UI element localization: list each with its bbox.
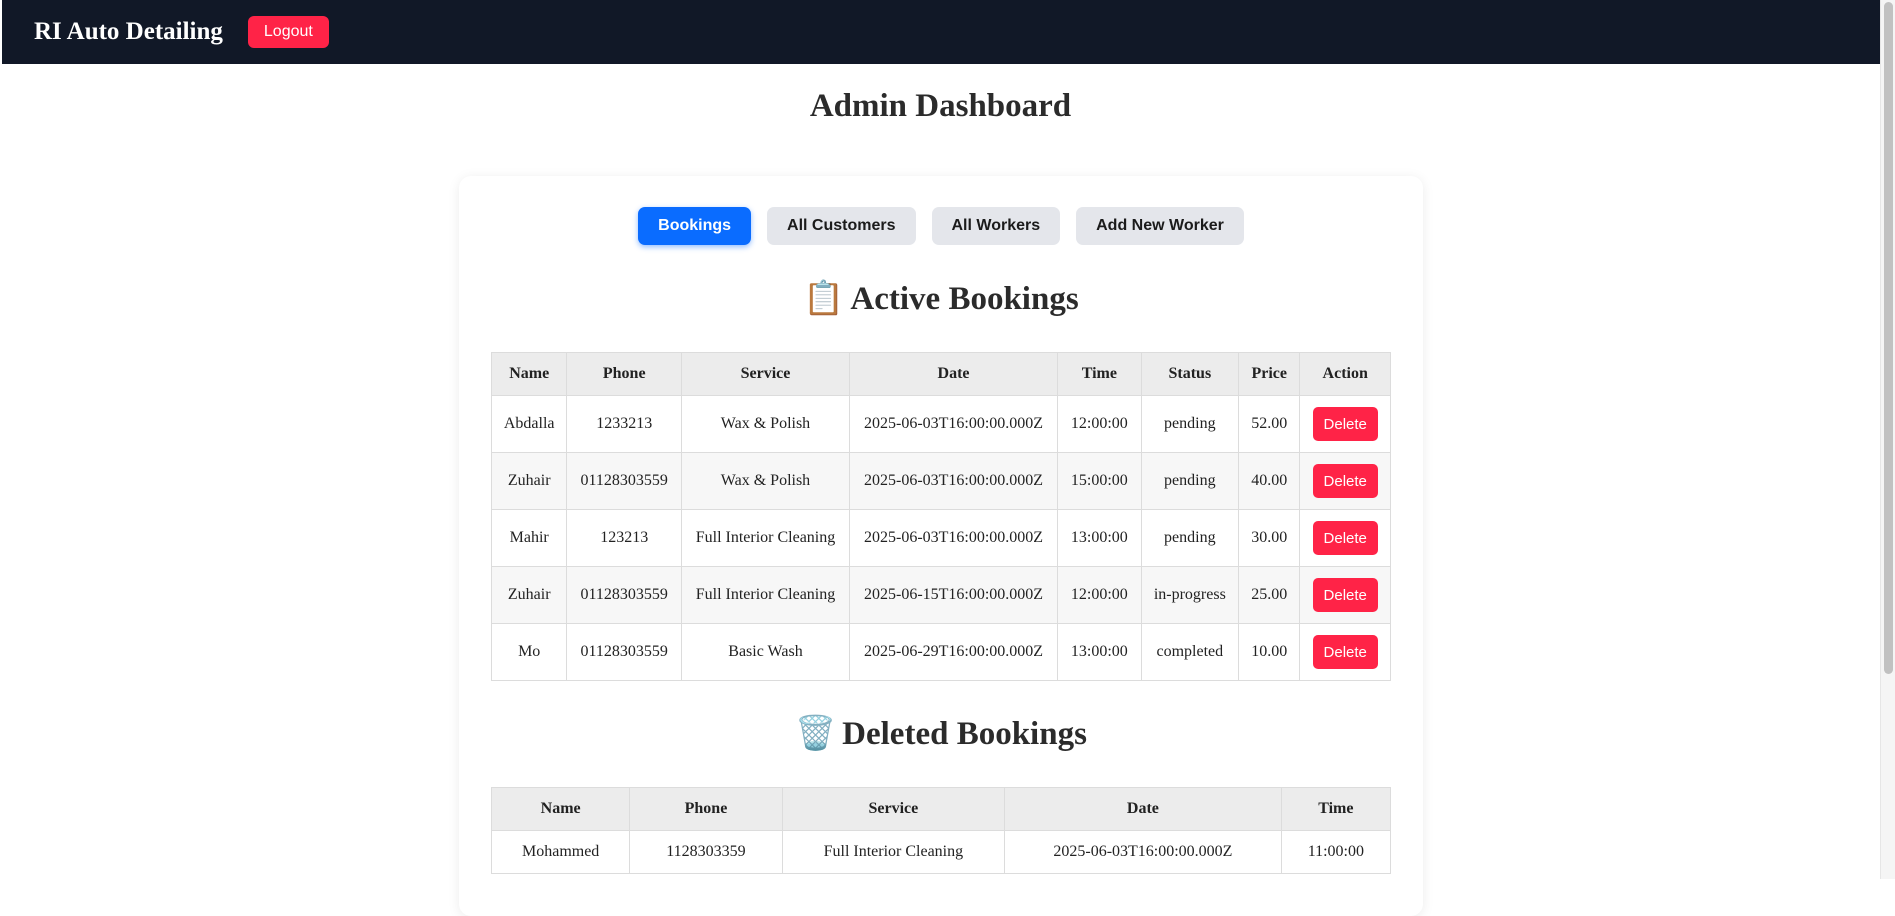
cell-action: Delete: [1299, 395, 1391, 453]
cell-service: Full Interior Cleaning: [781, 830, 1006, 874]
tab-bookings[interactable]: Bookings: [638, 207, 752, 245]
cell-service: Wax & Polish: [681, 395, 850, 453]
active-bookings-title: Active Bookings: [850, 281, 1079, 317]
cell-phone: 123213: [566, 509, 683, 567]
column-header: Time: [1057, 352, 1142, 396]
table-row: Zuhair 01128303559 Wax & Polish 2025-06-…: [490, 452, 1391, 510]
cell-time: 13:00:00: [1057, 509, 1142, 567]
cell-date: 2025-06-15T16:00:00.000Z: [848, 566, 1059, 624]
clipboard-icon: 📋: [803, 278, 845, 317]
delete-button[interactable]: Delete: [1312, 521, 1378, 555]
cell-date: 2025-06-03T16:00:00.000Z: [848, 395, 1059, 453]
column-header: Time: [1280, 787, 1392, 831]
top-navbar: RI Auto Detailing Logout: [2, 0, 1881, 64]
column-header: Phone: [566, 352, 683, 396]
cell-price: 25.00: [1238, 566, 1301, 624]
table-row: Mahir 123213 Full Interior Cleaning 2025…: [490, 509, 1391, 567]
column-header: Price: [1238, 352, 1301, 396]
column-header: Name: [490, 787, 631, 831]
cell-name: Mahir: [490, 509, 568, 567]
tab-bar: Bookings All Customers All Workers Add N…: [459, 207, 1423, 245]
column-header: Date: [1004, 787, 1282, 831]
delete-button[interactable]: Delete: [1312, 407, 1378, 441]
cell-action: Delete: [1299, 566, 1391, 624]
column-header: Action: [1299, 352, 1391, 396]
trash-icon: 🗑️: [795, 713, 837, 752]
table-row: Zuhair 01128303559 Full Interior Cleanin…: [490, 566, 1391, 624]
cell-status: pending: [1140, 509, 1240, 567]
cell-time: 12:00:00: [1057, 395, 1142, 453]
cell-status: pending: [1140, 452, 1240, 510]
column-header: Name: [490, 352, 568, 396]
cell-time: 13:00:00: [1057, 623, 1142, 681]
column-header: Service: [681, 352, 850, 396]
cell-status: completed: [1140, 623, 1240, 681]
column-header: Status: [1140, 352, 1240, 396]
deleted-bookings-table: Name Phone Service Date Time Mohammed 11…: [490, 787, 1392, 874]
cell-name: Zuhair: [490, 566, 568, 624]
cell-name: Mo: [490, 623, 568, 681]
cell-service: Basic Wash: [681, 623, 850, 681]
cell-phone: 01128303559: [566, 566, 683, 624]
cell-phone: 01128303559: [566, 452, 683, 510]
delete-button[interactable]: Delete: [1312, 464, 1378, 498]
cell-name: Abdalla: [490, 395, 568, 453]
cell-action: Delete: [1299, 509, 1391, 567]
table-row: Abdalla 1233213 Wax & Polish 2025-06-03T…: [490, 395, 1391, 453]
cell-name: Mohammed: [490, 830, 631, 874]
cell-price: 30.00: [1238, 509, 1301, 567]
cell-date: 2025-06-29T16:00:00.000Z: [848, 623, 1059, 681]
cell-action: Delete: [1299, 452, 1391, 510]
cell-time: 12:00:00: [1057, 566, 1142, 624]
cell-status: pending: [1140, 395, 1240, 453]
cell-status: in-progress: [1140, 566, 1240, 624]
cell-service: Full Interior Cleaning: [681, 566, 850, 624]
cell-date: 2025-06-03T16:00:00.000Z: [1004, 830, 1282, 874]
page-scrollbar[interactable]: [1880, 0, 1895, 879]
tab-add-new-worker[interactable]: Add New Worker: [1076, 207, 1244, 245]
logout-button[interactable]: Logout: [247, 16, 329, 48]
deleted-bookings-title: Deleted Bookings: [842, 716, 1087, 752]
column-header: Phone: [629, 787, 783, 831]
cell-price: 52.00: [1238, 395, 1301, 453]
active-bookings-heading: 📋 Active Bookings: [459, 278, 1423, 318]
brand-title: RI Auto Detailing: [34, 18, 223, 45]
cell-service: Full Interior Cleaning: [681, 509, 850, 567]
deleted-bookings-heading: 🗑️ Deleted Bookings: [459, 713, 1423, 753]
cell-time: 15:00:00: [1057, 452, 1142, 510]
cell-time: 11:00:00: [1280, 830, 1392, 874]
dashboard-card: Bookings All Customers All Workers Add N…: [459, 176, 1423, 916]
active-bookings-table: Name Phone Service Date Time Status Pric…: [490, 352, 1391, 681]
page-title: Admin Dashboard: [809, 88, 1072, 124]
scrollbar-thumb[interactable]: [1884, 2, 1893, 674]
delete-button[interactable]: Delete: [1312, 635, 1378, 669]
cell-action: Delete: [1299, 623, 1391, 681]
column-header: Date: [848, 352, 1059, 396]
cell-phone: 01128303559: [566, 623, 683, 681]
column-header: Service: [781, 787, 1006, 831]
tab-all-workers[interactable]: All Workers: [931, 207, 1061, 245]
cell-name: Zuhair: [490, 452, 568, 510]
table-row: Mo 01128303559 Basic Wash 2025-06-29T16:…: [490, 623, 1391, 681]
cell-date: 2025-06-03T16:00:00.000Z: [848, 452, 1059, 510]
cell-date: 2025-06-03T16:00:00.000Z: [848, 509, 1059, 567]
cell-price: 10.00: [1238, 623, 1301, 681]
delete-button[interactable]: Delete: [1312, 578, 1378, 612]
tab-all-customers[interactable]: All Customers: [767, 207, 916, 245]
cell-price: 40.00: [1238, 452, 1301, 510]
table-header-row: Name Phone Service Date Time Status Pric…: [490, 352, 1391, 396]
cell-phone: 1233213: [566, 395, 683, 453]
table-row: Mohammed 1128303359 Full Interior Cleani…: [490, 830, 1392, 874]
table-header-row: Name Phone Service Date Time: [490, 787, 1392, 831]
cell-phone: 1128303359: [629, 830, 783, 874]
cell-service: Wax & Polish: [681, 452, 850, 510]
